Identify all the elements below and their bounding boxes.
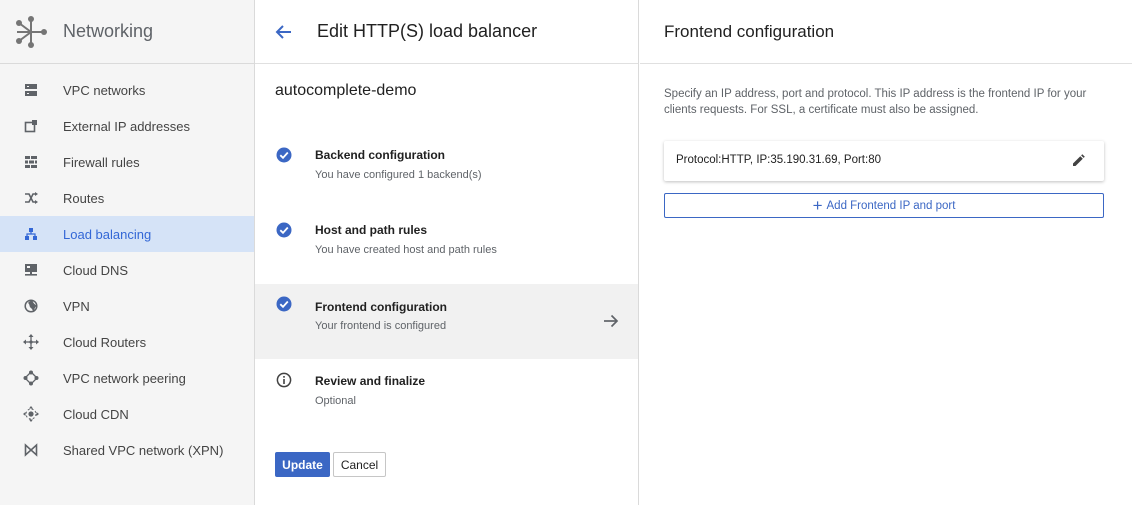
shared-vpc-icon	[23, 442, 39, 458]
sidebar-item-cloud-dns[interactable]: Cloud DNS	[0, 252, 254, 288]
frontend-description: Specify an IP address, port and protocol…	[664, 88, 1087, 116]
sidebar-item-label: VPN	[63, 298, 90, 314]
sidebar-item-label: VPC networks	[63, 82, 146, 98]
panel-title: Frontend configuration	[664, 21, 835, 41]
plus-icon: +	[812, 196, 823, 215]
sidebar-item-cloud-cdn[interactable]: Cloud CDN	[0, 396, 254, 432]
step-title: Host and path rules	[315, 223, 428, 237]
sidebar-item-shared-vpc[interactable]: Shared VPC network (XPN)	[0, 432, 254, 468]
step-title: Frontend configuration	[315, 300, 447, 314]
sidebar-item-vpc-networks[interactable]: VPC networks	[0, 72, 254, 108]
sidebar-item-label: Routes	[63, 190, 105, 206]
sidebar-item-routes[interactable]: Routes	[0, 180, 254, 216]
load-balancing-icon	[23, 226, 39, 242]
frontend-entry-card[interactable]: Protocol:HTTP, IP:35.190.31.69, Port:80	[664, 141, 1104, 181]
cloud-dns-icon	[23, 262, 39, 278]
cloud-routers-icon	[23, 334, 39, 350]
routes-icon	[23, 190, 39, 206]
step-host-and-path-rules[interactable]: Host and path rules You have created hos…	[255, 213, 638, 288]
step-title: Review and finalize	[315, 374, 426, 388]
step-review-and-finalize[interactable]: Review and finalize Optional	[255, 363, 638, 438]
check-circle-icon	[276, 222, 292, 238]
step-subtitle: Optional	[315, 395, 356, 407]
step-backend-configuration[interactable]: Backend configuration You have configure…	[255, 138, 638, 213]
arrow-right-icon[interactable]	[602, 312, 620, 330]
cancel-button[interactable]: Cancel	[333, 452, 386, 477]
editor-header: Edit HTTP(S) load balancer	[255, 0, 638, 64]
load-balancer-editor: Edit HTTP(S) load balancer autocomplete-…	[255, 0, 639, 505]
page-title: Edit HTTP(S) load balancer	[317, 21, 538, 41]
vpc-networks-icon	[23, 82, 39, 98]
external-ip-icon	[23, 118, 39, 134]
sidebar-item-load-balancing[interactable]: Load balancing	[0, 216, 254, 252]
step-subtitle: You have configured 1 backend(s)	[315, 169, 482, 181]
check-circle-icon	[276, 296, 292, 312]
sidebar-item-vpc-peering[interactable]: VPC network peering	[0, 360, 254, 396]
step-subtitle: You have created host and path rules	[315, 244, 497, 256]
back-arrow-icon[interactable]	[272, 20, 296, 44]
sidebar: Networking VPC networks External IP addr…	[0, 0, 255, 505]
update-button[interactable]: Update	[275, 452, 330, 477]
frontend-header: Frontend configuration	[640, 0, 1132, 64]
sidebar-item-cloud-routers[interactable]: Cloud Routers	[0, 324, 254, 360]
sidebar-header: Networking	[0, 0, 254, 64]
sidebar-item-external-ip[interactable]: External IP addresses	[0, 108, 254, 144]
sidebar-item-label: Cloud Routers	[63, 334, 147, 350]
sidebar-item-label: Load balancing	[63, 226, 152, 242]
product-title: Networking	[63, 21, 154, 41]
vpc-peering-icon	[23, 370, 39, 386]
step-subtitle: Your frontend is configured	[315, 320, 447, 332]
networking-logo-icon	[16, 15, 47, 48]
sidebar-item-label: Shared VPC network (XPN)	[63, 442, 224, 458]
edit-pencil-icon[interactable]	[1072, 153, 1086, 167]
frontend-entry-text: Protocol:HTTP, IP:35.190.31.69, Port:80	[676, 154, 881, 166]
sidebar-item-label: VPC network peering	[63, 370, 186, 386]
step-frontend-configuration[interactable]: Frontend configuration Your frontend is …	[255, 284, 638, 359]
sidebar-item-vpn[interactable]: VPN	[0, 288, 254, 324]
sidebar-nav: VPC networks External IP addresses Firew…	[0, 72, 254, 468]
sidebar-item-label: Firewall rules	[63, 154, 140, 170]
load-balancer-name: autocomplete-demo	[275, 82, 417, 99]
frontend-configuration-panel: Frontend configuration Specify an IP add…	[640, 0, 1132, 505]
info-icon	[276, 372, 292, 388]
firewall-icon	[23, 154, 39, 170]
sidebar-item-label: Cloud DNS	[63, 262, 129, 278]
sidebar-item-label: External IP addresses	[63, 118, 190, 134]
check-circle-icon	[276, 147, 292, 163]
sidebar-item-firewall-rules[interactable]: Firewall rules	[0, 144, 254, 180]
add-frontend-label: Add Frontend IP and port	[826, 199, 956, 212]
cloud-cdn-icon	[23, 406, 39, 422]
vpn-icon	[23, 298, 39, 314]
step-title: Backend configuration	[315, 148, 446, 162]
sidebar-item-label: Cloud CDN	[63, 406, 129, 422]
add-frontend-ip-button[interactable]: + Add Frontend IP and port	[664, 193, 1104, 218]
